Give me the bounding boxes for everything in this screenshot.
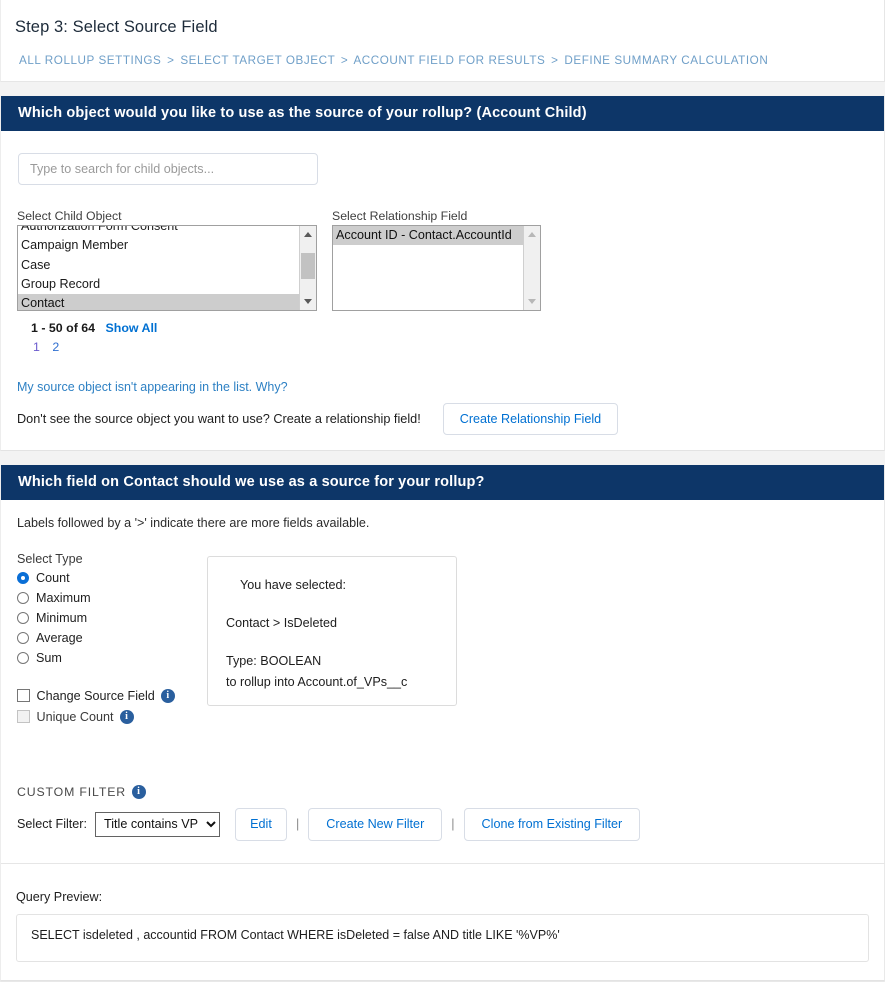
edit-filter-button[interactable]: Edit <box>235 808 287 841</box>
selection-summary-path: Contact > IsDeleted <box>226 615 337 630</box>
selection-summary-target: to rollup into Account.of_VPs__c <box>226 674 408 689</box>
child-object-options: Authorization Form Consent Campaign Memb… <box>18 226 299 310</box>
relationship-field-scroller: Account ID - Contact.AccountId <box>333 226 523 310</box>
custom-filter-area: CUSTOM FILTER i Select Filter: Title con… <box>1 785 884 863</box>
breadcrumb-define-summary-calculation[interactable]: DEFINE SUMMARY CALCULATION <box>564 54 768 67</box>
info-icon[interactable]: i <box>131 785 146 799</box>
relationship-field-options: Account ID - Contact.AccountId <box>333 226 523 246</box>
breadcrumb-account-field-for-results[interactable]: ACCOUNT FIELD FOR RESULTS <box>353 54 545 67</box>
source-object-body: Select Child Object Authorization Form C… <box>1 131 884 450</box>
source-object-help-link[interactable]: My source object isn't appearing in the … <box>17 380 884 394</box>
filter-separator-1: | <box>296 817 300 832</box>
radio-average-label: Average <box>36 630 83 645</box>
radio-sum-icon[interactable] <box>17 651 29 664</box>
create-relationship-text: Don't see the source object you want to … <box>17 412 421 426</box>
clone-existing-filter-button[interactable]: Clone from Existing Filter <box>463 808 641 841</box>
page-link-1[interactable]: 1 <box>33 340 40 354</box>
select-filter-label: Select Filter: <box>17 817 87 832</box>
radio-average-icon[interactable] <box>17 631 29 644</box>
scroll-down-icon[interactable] <box>524 293 540 310</box>
source-field-header: Which field on Contact should we use as … <box>1 465 884 500</box>
list-item[interactable]: Campaign Member <box>18 236 299 255</box>
child-object-listbox[interactable]: Authorization Form Consent Campaign Memb… <box>17 225 317 311</box>
breadcrumb: ALL ROLLUP SETTINGS > SELECT TARGET OBJE… <box>1 37 884 67</box>
show-all-link[interactable]: Show All <box>106 321 158 335</box>
query-preview-section: Query Preview: SELECT isdeleted , accoun… <box>1 863 884 980</box>
select-type-area: Select Type Count Maximum Minimum Averag… <box>1 552 884 737</box>
child-object-listbox-wrap: Select Child Object Authorization Form C… <box>17 209 317 311</box>
breadcrumb-select-target-object[interactable]: SELECT TARGET OBJECT <box>180 54 335 67</box>
breadcrumb-separator-2: > <box>340 54 349 67</box>
checkbox-unique-count-box <box>17 710 30 723</box>
radio-maximum-icon[interactable] <box>17 591 29 604</box>
page-link-2[interactable]: 2 <box>52 340 59 354</box>
checkbox-unique-count: Unique Count i <box>17 707 884 727</box>
source-field-card: Which field on Contact should we use as … <box>0 465 885 981</box>
custom-filter-title-text: CUSTOM FILTER <box>17 785 126 799</box>
field-hint-text: Labels followed by a '>' indicate there … <box>17 516 370 530</box>
selection-summary-type: Type: BOOLEAN <box>226 653 322 668</box>
info-icon[interactable]: i <box>160 688 175 703</box>
relationship-field-label: Select Relationship Field <box>332 209 468 223</box>
scroll-up-icon[interactable] <box>524 226 540 243</box>
breadcrumb-all-rollup-settings[interactable]: ALL ROLLUP SETTINGS <box>19 54 161 67</box>
scrollbar-thumb[interactable] <box>301 253 315 279</box>
section-gap-middle <box>0 451 885 465</box>
breadcrumb-separator-1: > <box>167 54 175 67</box>
select-filter-dropdown[interactable]: Title contains VP <box>95 811 220 837</box>
pagination-summary: 1 - 50 of 64 Show All <box>17 321 884 335</box>
child-object-label: Select Child Object <box>17 209 122 223</box>
relationship-field-listbox-wrap: Select Relationship Field Account ID - C… <box>332 209 541 311</box>
page-title: Step 3: Select Source Field <box>15 18 218 36</box>
scroll-down-icon[interactable] <box>300 293 316 310</box>
filter-separator-2: | <box>451 817 455 832</box>
radio-sum-label: Sum <box>36 650 62 665</box>
checkbox-unique-count-label: Unique Count <box>36 709 114 724</box>
create-relationship-row: Don't see the source object you want to … <box>17 402 884 436</box>
breadcrumb-separator-3: > <box>551 54 559 67</box>
step-header-card: Step 3: Select Source Field ALL ROLLUP S… <box>0 0 885 82</box>
list-item[interactable]: Case <box>18 256 299 275</box>
source-object-header: Which object would you like to use as th… <box>1 96 884 131</box>
radio-maximum-label: Maximum <box>36 590 91 605</box>
create-relationship-field-button[interactable]: Create Relationship Field <box>442 402 619 436</box>
checkbox-change-source-field-label: Change Source Field <box>36 688 155 703</box>
section-gap-top <box>0 82 885 96</box>
object-lists-row: Select Child Object Authorization Form C… <box>1 209 884 315</box>
list-item[interactable]: Authorization Form Consent <box>18 226 299 236</box>
child-object-listbox-scroller: Authorization Form Consent Campaign Memb… <box>18 226 299 310</box>
child-object-search-input[interactable] <box>18 153 318 185</box>
radio-minimum-icon[interactable] <box>17 611 29 624</box>
relationship-field-listbox[interactable]: Account ID - Contact.AccountId <box>332 225 541 311</box>
pagination-links: 1 2 <box>33 340 884 354</box>
checkbox-change-source-field-box[interactable] <box>17 689 30 702</box>
scroll-up-icon[interactable] <box>300 226 316 243</box>
query-preview-text: SELECT isdeleted , accountid FROM Contac… <box>16 913 869 962</box>
info-icon[interactable]: i <box>119 709 134 724</box>
radio-count-label: Count <box>36 570 70 585</box>
relationship-field-scrollbar[interactable] <box>523 226 540 310</box>
list-item-selected[interactable]: Account ID - Contact.AccountId <box>333 226 523 246</box>
list-item-selected[interactable]: Contact <box>18 294 299 310</box>
list-item[interactable]: Group Record <box>18 275 299 294</box>
selection-summary-panel: You have selected: Contact > IsDeleted T… <box>207 556 457 706</box>
selection-summary-lead: You have selected: <box>240 578 346 592</box>
custom-filter-row: Select Filter: Title contains VP Edit | … <box>17 808 884 841</box>
radio-count-icon[interactable] <box>17 571 29 584</box>
query-preview-label: Query Preview: <box>16 889 103 904</box>
child-object-scrollbar[interactable] <box>299 226 316 310</box>
create-new-filter-button[interactable]: Create New Filter <box>308 808 443 841</box>
radio-minimum-label: Minimum <box>36 610 88 625</box>
pagination-counts: 1 - 50 of 64 <box>31 321 96 335</box>
page-root: Step 3: Select Source Field ALL ROLLUP S… <box>0 0 885 982</box>
source-field-body: Labels followed by a '>' indicate there … <box>1 500 885 980</box>
source-object-card: Which object would you like to use as th… <box>0 96 885 451</box>
custom-filter-title: CUSTOM FILTER i <box>17 785 884 799</box>
